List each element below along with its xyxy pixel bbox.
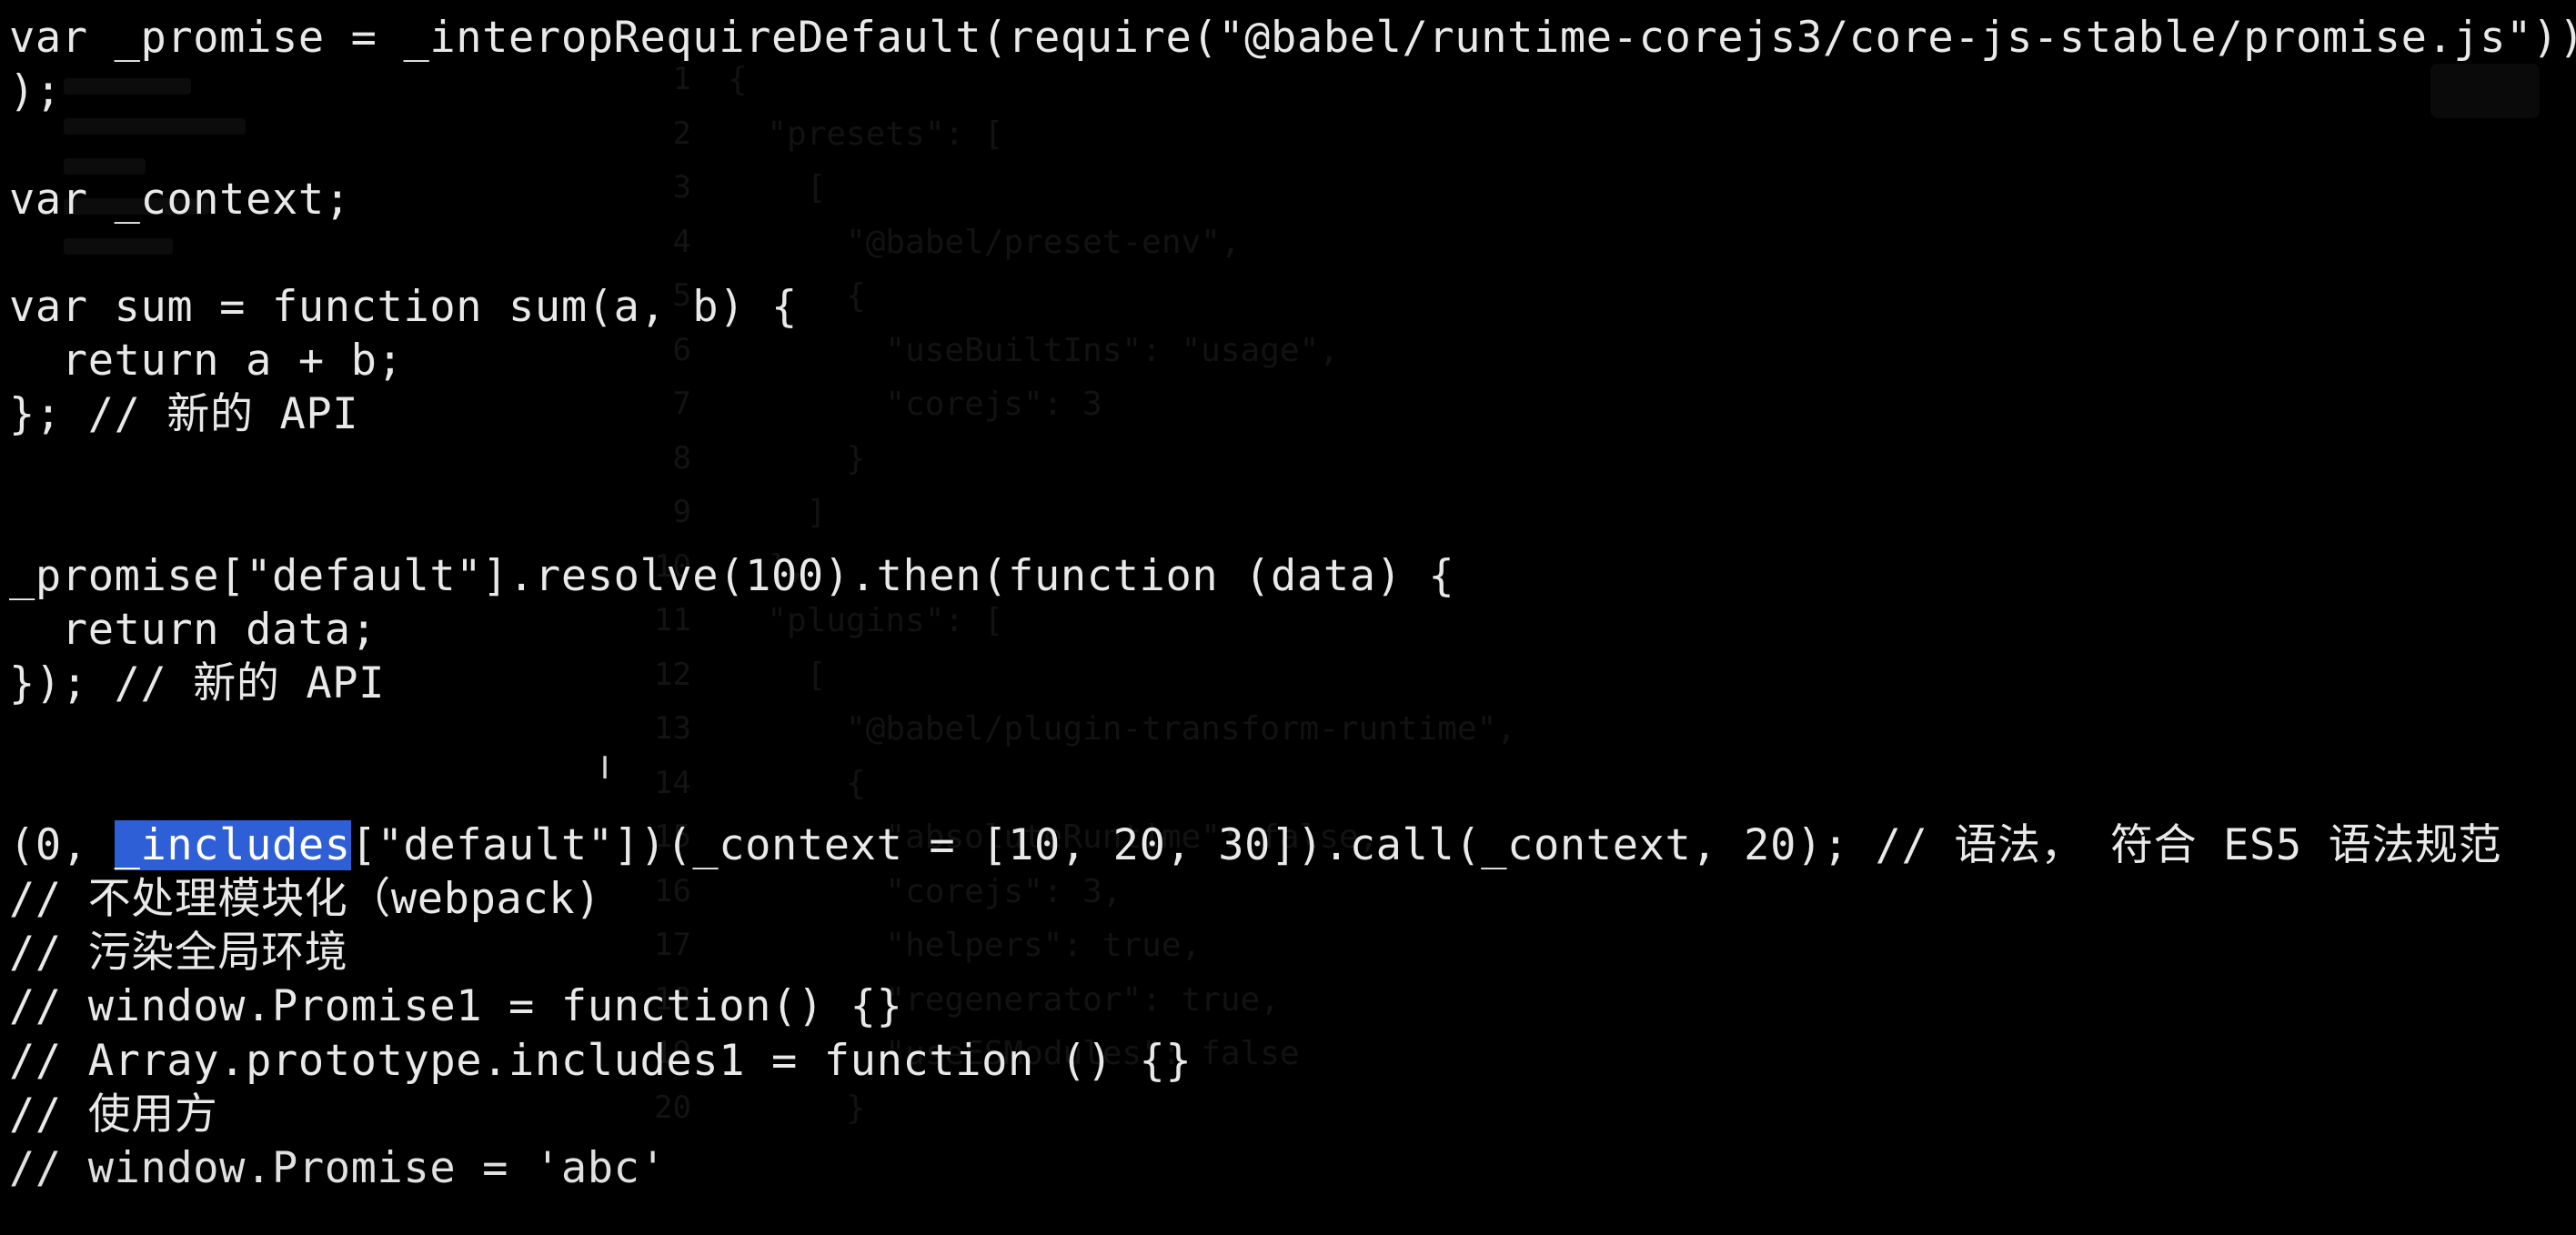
comment-line: // window.Promise1 = function() {} (9, 981, 903, 1032)
code-line: var _context; (9, 174, 351, 225)
comment-line: // Array.prototype.includes1 = function … (9, 1035, 1192, 1086)
partial-comment-line: // window.Promise = 'abc' (9, 1141, 2576, 1195)
text-cursor-icon: I (599, 750, 610, 787)
code-line: var sum = function sum(a, b) { (9, 281, 798, 332)
comment-line: // 不处理模块化（webpack) (9, 874, 602, 924)
code-line: var _promise = _interopRequireDefault(re… (9, 13, 2576, 63)
code-line: }); // 新的 API (9, 658, 386, 709)
code-line: return data; (9, 605, 377, 656)
code-line: }; // 新的 API (9, 389, 359, 440)
includes-suffix: ["default"])(_context = [10, 20, 30]).ca… (350, 819, 2502, 870)
comment-line: // 使用方 (9, 1089, 218, 1140)
code-line: return a + b; (9, 336, 404, 387)
code-line: ); (9, 66, 62, 117)
terminal-output[interactable]: var _promise = _interopRequireDefault(re… (9, 11, 2576, 1235)
selected-text[interactable]: _includes (114, 819, 351, 870)
includes-call-line: (0, _includes["default"])(_context = [10… (9, 818, 2576, 872)
comment-line: // 污染全局环境 (9, 928, 348, 979)
includes-prefix: (0, (9, 819, 115, 870)
code-line: _promise["default"].resolve(100).then(fu… (9, 550, 1455, 601)
partial-line-text: // window.Promise = 'abc' (9, 1142, 667, 1193)
